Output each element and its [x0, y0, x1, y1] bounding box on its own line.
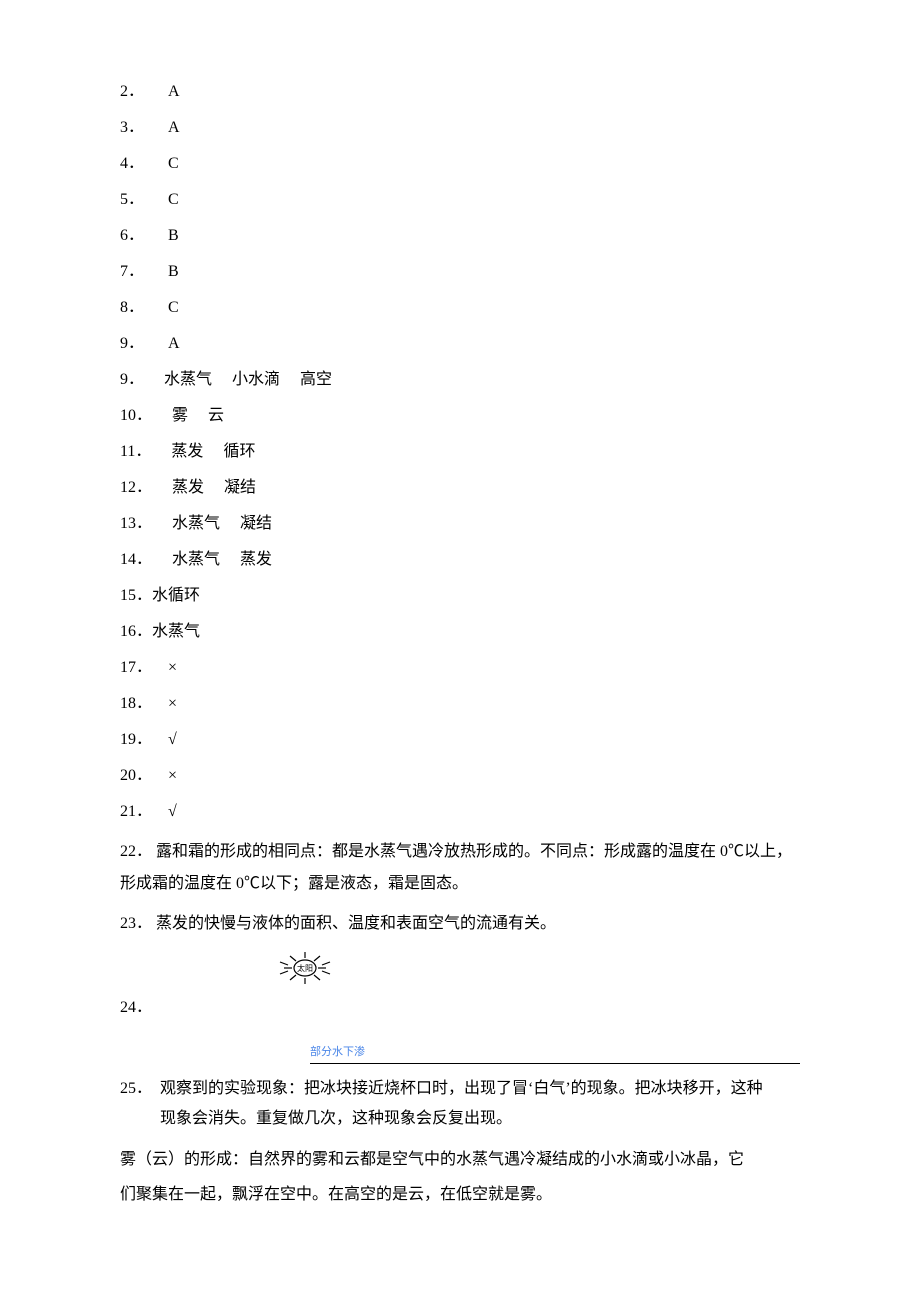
answer-line: 4．C — [120, 152, 800, 176]
tf-line: 19．√ — [120, 728, 800, 752]
tf-line: 18．× — [120, 692, 800, 716]
fill-blank: 蒸发 — [171, 443, 203, 460]
answer-line: 15．水循环 — [120, 584, 800, 608]
answer-value: B — [168, 227, 179, 244]
fill-blank: 水蒸气 — [172, 551, 220, 568]
answer-value: C — [168, 299, 179, 316]
tf-value: × — [168, 659, 177, 676]
answer-value: A — [168, 335, 180, 352]
answer-line: 3．A — [120, 116, 800, 140]
answer-value: A — [168, 119, 180, 136]
fill-blank: 循环 — [223, 443, 255, 460]
answer-line: 16．水蒸气 — [120, 620, 800, 644]
fill-blank: 蒸发 — [240, 551, 272, 568]
fill-blank: 雾 — [172, 407, 188, 424]
answer-value: 水循环 — [152, 587, 200, 604]
fill-blank: 高空 — [300, 371, 332, 388]
answer-number: 17． — [120, 656, 168, 680]
underline — [310, 1063, 800, 1064]
answer-25-line1: 观察到的实验现象：把冰块接近烧杯口时，出现了冒‘白气’的现象。把冰块移开，这种 — [160, 1080, 763, 1097]
answer-line: 2．A — [120, 80, 800, 104]
fill-line: 12． 蒸发 凝结 — [120, 476, 800, 500]
sun-label: 太阳 — [297, 963, 313, 973]
fill-blank: 凝结 — [224, 479, 256, 496]
answer-24: 24． — [120, 996, 800, 1020]
answer-23-text: 蒸发的快慢与液体的面积、温度和表面空气的流通有关。 — [156, 915, 556, 932]
tf-line: 20．× — [120, 764, 800, 788]
tf-value: √ — [168, 803, 177, 820]
fog-line2: 们聚集在一起，飘浮在空中。在高空的是云，在低空就是雾。 — [120, 1186, 552, 1203]
answer-22: 22． 露和霜的形成的相同点：都是水蒸气遇冷放热形成的。不同点：形成露的温度在 … — [120, 836, 800, 900]
answer-22-text: 露和霜的形成的相同点：都是水蒸气遇冷放热形成的。不同点：形成露的温度在 0℃以上… — [120, 843, 792, 892]
answer-number: 2． — [120, 80, 168, 104]
answer-number: 18． — [120, 692, 168, 716]
tf-line: 21．√ — [120, 800, 800, 824]
answer-25-line2: 现象会消失。重复做几次，这种现象会反复出现。 — [160, 1110, 512, 1127]
answer-value: C — [168, 191, 179, 208]
fill-blank: 小水滴 — [232, 371, 280, 388]
answer-number: 8． — [120, 296, 168, 320]
answer-25: 25． 观察到的实验现象：把冰块接近烧杯口时，出现了冒‘白气’的现象。把冰块移开… — [120, 1074, 800, 1135]
fill-line: 14． 水蒸气 蒸发 — [120, 548, 800, 572]
tf-value: × — [168, 695, 177, 712]
fill-line: 13． 水蒸气 凝结 — [120, 512, 800, 536]
fill-blank: 水蒸气 — [172, 515, 220, 532]
answer-number: 5． — [120, 188, 168, 212]
answer-number: 7． — [120, 260, 168, 284]
fill-blank: 水蒸气 — [164, 371, 212, 388]
diagram-caption-row: 部分水下渗 — [120, 1044, 800, 1064]
tf-line: 17．× — [120, 656, 800, 680]
fill-blank: 云 — [208, 407, 224, 424]
answer-number: 21． — [120, 800, 168, 824]
fog-line1: 雾（云）的形成：自然界的雾和云都是空气中的水蒸气遇冷凝结成的小水滴或小冰晶，它 — [120, 1151, 744, 1168]
fill-blank: 凝结 — [240, 515, 272, 532]
fog-paragraph: 雾（云）的形成：自然界的雾和云都是空气中的水蒸气遇冷凝结成的小水滴或小冰晶，它 … — [120, 1142, 800, 1212]
answer-number: 3． — [120, 116, 168, 140]
answer-line: 9．A — [120, 332, 800, 356]
answer-number: 4． — [120, 152, 168, 176]
answer-value: 水蒸气 — [152, 623, 200, 640]
answer-line: 7．B — [120, 260, 800, 284]
answer-number: 6． — [120, 224, 168, 248]
tf-value: × — [168, 767, 177, 784]
answer-value: A — [168, 83, 180, 100]
fill-line: 10． 雾 云 — [120, 404, 800, 428]
diagram-caption: 部分水下渗 — [310, 1044, 800, 1063]
fill-line: 9． 水蒸气 小水滴 高空 — [120, 368, 800, 392]
answer-line: 8．C — [120, 296, 800, 320]
answer-number: 9． — [120, 332, 168, 356]
fill-blank: 蒸发 — [172, 479, 204, 496]
answer-value: C — [168, 155, 179, 172]
answer-number: 19． — [120, 728, 168, 752]
document-page: 2．A 3．A 4．C 5．C 6．B 7．B 8．C 9．A 9． 水蒸气 小… — [0, 0, 920, 1253]
answer-line: 6．B — [120, 224, 800, 248]
answer-number: 20． — [120, 764, 168, 788]
answer-value: B — [168, 263, 179, 280]
tf-value: √ — [168, 731, 177, 748]
sun-icon: 太阳 — [270, 948, 800, 988]
answer-line: 5．C — [120, 188, 800, 212]
answer-23: 23． 蒸发的快慢与液体的面积、温度和表面空气的流通有关。 — [120, 908, 800, 940]
fill-line: 11． 蒸发 循环 — [120, 440, 800, 464]
